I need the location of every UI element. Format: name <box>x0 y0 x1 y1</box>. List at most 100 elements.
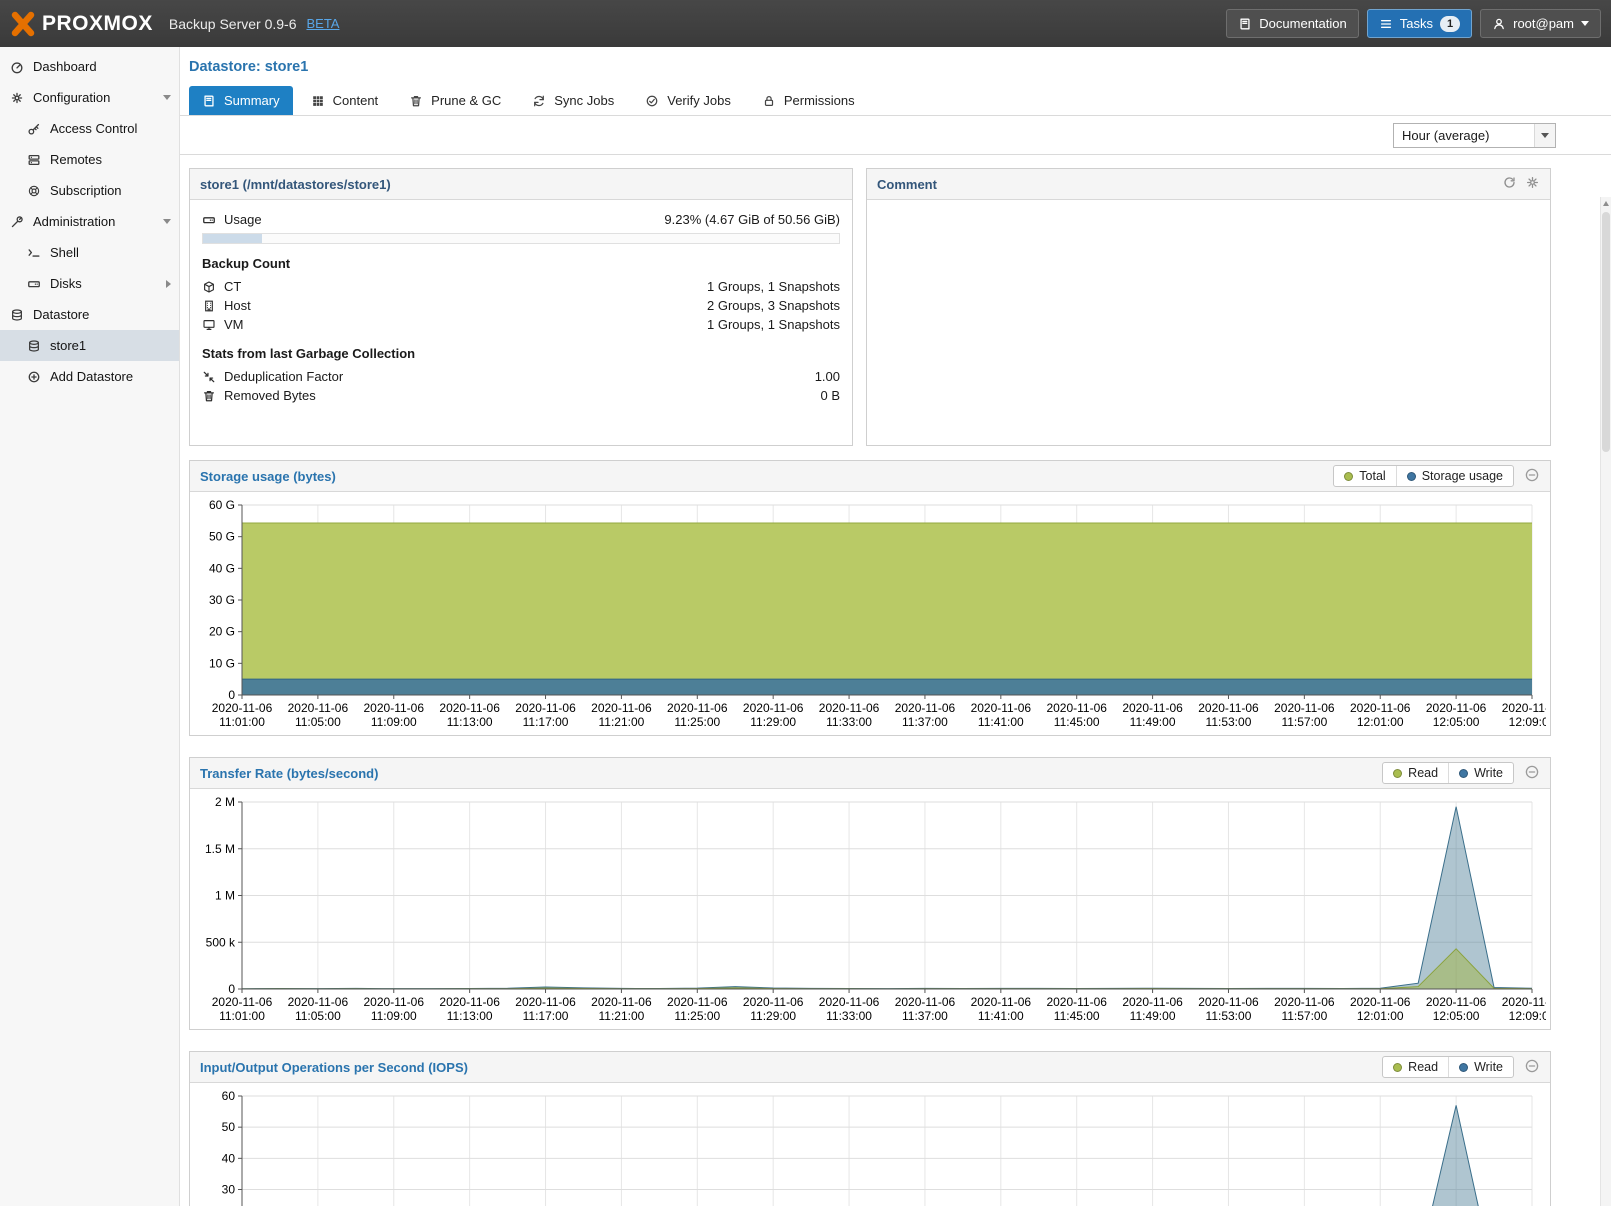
svg-text:60 G: 60 G <box>209 498 235 512</box>
circle-minus-icon[interactable] <box>1524 1058 1540 1077</box>
svg-text:2020-11-0611:09:00: 2020-11-0611:09:00 <box>364 995 425 1023</box>
life-ring-icon <box>27 184 41 198</box>
usage-row: Usage 9.23% (4.67 GiB of 50.56 GiB) <box>202 210 840 229</box>
sidebar-item-access-control[interactable]: Access Control <box>0 113 179 144</box>
svg-text:2020-11-0612:09:00: 2020-11-0612:09:00 <box>1502 995 1546 1023</box>
sidebar-item-remotes[interactable]: Remotes <box>0 144 179 175</box>
svg-text:2020-11-0611:33:00: 2020-11-0611:33:00 <box>819 701 880 729</box>
usage-progress-fill <box>203 234 262 243</box>
comment-panel: Comment <box>866 168 1551 446</box>
tab-summary[interactable]: Summary <box>189 86 293 115</box>
legend-dot <box>1393 769 1402 778</box>
scroll-up-arrow-icon[interactable] <box>1601 197 1611 210</box>
legend-item-read[interactable]: Read <box>1383 1057 1448 1077</box>
sidebar-item-configuration[interactable]: Configuration <box>0 82 179 113</box>
book-icon <box>202 94 216 108</box>
svg-text:2020-11-0611:29:00: 2020-11-0611:29:00 <box>743 701 804 729</box>
svg-text:2020-11-0612:01:00: 2020-11-0612:01:00 <box>1350 701 1411 729</box>
svg-text:2020-11-0611:21:00: 2020-11-0611:21:00 <box>591 701 652 729</box>
svg-text:2020-11-0611:25:00: 2020-11-0611:25:00 <box>667 701 728 729</box>
transfer-rate-chart-panel: Transfer Rate (bytes/second) Read Write <box>189 757 1551 1030</box>
building-icon <box>202 299 216 313</box>
svg-text:2020-11-0611:53:00: 2020-11-0611:53:00 <box>1198 701 1259 729</box>
comment-body[interactable] <box>867 200 1550 445</box>
svg-text:2020-11-0612:09:00: 2020-11-0612:09:00 <box>1502 701 1546 729</box>
tasks-label: Tasks <box>1400 16 1433 31</box>
svg-text:2020-11-0611:49:00: 2020-11-0611:49:00 <box>1122 995 1183 1023</box>
iops-chart: 2020-11-0611:01:002020-11-0611:05:002020… <box>194 1089 1546 1206</box>
beta-link[interactable]: BETA <box>306 16 339 31</box>
legend-item-storage-usage[interactable]: Storage usage <box>1396 466 1513 486</box>
svg-text:10 G: 10 G <box>209 656 235 670</box>
circle-minus-icon[interactable] <box>1524 467 1540 486</box>
tab-permissions[interactable]: Permissions <box>749 86 868 115</box>
vertical-scrollbar[interactable] <box>1600 197 1611 1206</box>
circle-minus-icon[interactable] <box>1524 764 1540 783</box>
sidebar-item-subscription[interactable]: Subscription <box>0 175 179 206</box>
svg-text:2020-11-0611:41:00: 2020-11-0611:41:00 <box>971 995 1032 1023</box>
svg-text:2020-11-0611:57:00: 2020-11-0611:57:00 <box>1274 995 1335 1023</box>
svg-text:2020-11-0611:29:00: 2020-11-0611:29:00 <box>743 995 804 1023</box>
check-circle-icon <box>645 94 659 108</box>
user-icon <box>1492 17 1506 31</box>
svg-text:50: 50 <box>222 1120 236 1134</box>
sidebar-item-store1[interactable]: store1 <box>0 330 179 361</box>
svg-text:30 G: 30 G <box>209 593 235 607</box>
expander-caret-icon[interactable] <box>163 95 171 100</box>
tasks-button[interactable]: Tasks 1 <box>1367 9 1472 38</box>
reload-icon[interactable] <box>1502 175 1517 193</box>
hdd-icon <box>27 277 41 291</box>
sync-icon <box>532 94 546 108</box>
usage-progress-bar <box>202 233 840 244</box>
tab-verify-jobs[interactable]: Verify Jobs <box>632 86 744 115</box>
user-menu-button[interactable]: root@pam <box>1480 9 1601 38</box>
legend-item-write[interactable]: Write <box>1448 763 1513 783</box>
iops-chart-panel: Input/Output Operations per Second (IOPS… <box>189 1051 1551 1206</box>
svg-text:2020-11-0611:21:00: 2020-11-0611:21:00 <box>591 995 652 1023</box>
sidebar-item-shell[interactable]: Shell <box>0 237 179 268</box>
legend-item-read[interactable]: Read <box>1383 763 1448 783</box>
svg-text:60: 60 <box>222 1089 236 1103</box>
tab-prune-gc[interactable]: Prune & GC <box>396 86 514 115</box>
app-window: PROXMOX Backup Server 0.9-6 BETA Documen… <box>0 0 1611 1206</box>
chart-legend: Read Write <box>1382 762 1514 784</box>
expander-caret-icon[interactable] <box>166 280 171 288</box>
sidebar: Dashboard Configuration Access Control R… <box>0 47 180 1206</box>
sidebar-item-disks[interactable]: Disks <box>0 268 179 299</box>
cube-icon <box>202 280 216 294</box>
sidebar-item-dashboard[interactable]: Dashboard <box>0 51 179 82</box>
svg-text:2020-11-0611:45:00: 2020-11-0611:45:00 <box>1046 701 1107 729</box>
chart-toolbar: Hour (average) <box>180 116 1611 155</box>
user-label: root@pam <box>1513 16 1574 31</box>
header-bar: PROXMOX Backup Server 0.9-6 BETA Documen… <box>0 0 1611 47</box>
gauge-icon <box>10 60 24 74</box>
svg-text:40: 40 <box>222 1151 236 1165</box>
expander-caret-icon[interactable] <box>163 219 171 224</box>
product-title: Backup Server 0.9-6 <box>169 16 297 32</box>
tab-content[interactable]: Content <box>298 86 392 115</box>
documentation-label: Documentation <box>1259 16 1346 31</box>
backup-count-row-vm: VM 1 Groups, 1 Snapshots <box>202 315 840 334</box>
svg-text:2020-11-0611:01:00: 2020-11-0611:01:00 <box>212 701 273 729</box>
svg-text:20 G: 20 G <box>209 625 235 639</box>
scrollbar-thumb[interactable] <box>1602 212 1610 452</box>
store-panel-title: store1 (/mnt/datastores/store1) <box>200 177 391 192</box>
gear-icon[interactable] <box>1525 175 1540 193</box>
legend-item-total[interactable]: Total <box>1334 466 1395 486</box>
legend-item-write[interactable]: Write <box>1448 1057 1513 1077</box>
svg-text:2020-11-0611:41:00: 2020-11-0611:41:00 <box>971 701 1032 729</box>
time-range-select[interactable]: Hour (average) <box>1393 123 1556 148</box>
documentation-button[interactable]: Documentation <box>1226 9 1358 38</box>
legend-dot <box>1344 472 1353 481</box>
tab-sync-jobs[interactable]: Sync Jobs <box>519 86 627 115</box>
svg-text:2020-11-0611:33:00: 2020-11-0611:33:00 <box>819 995 880 1023</box>
sidebar-item-add-datastore[interactable]: Add Datastore <box>0 361 179 392</box>
sidebar-item-administration[interactable]: Administration <box>0 206 179 237</box>
chart-title: Input/Output Operations per Second (IOPS… <box>200 1060 468 1075</box>
svg-text:2020-11-0611:25:00: 2020-11-0611:25:00 <box>667 995 728 1023</box>
database-icon <box>27 339 41 353</box>
tab-bar: Summary Content Prune & GC Sync Jobs Ver… <box>180 83 1611 116</box>
hdd-icon <box>202 213 216 227</box>
key-icon <box>27 122 41 136</box>
sidebar-item-datastore[interactable]: Datastore <box>0 299 179 330</box>
